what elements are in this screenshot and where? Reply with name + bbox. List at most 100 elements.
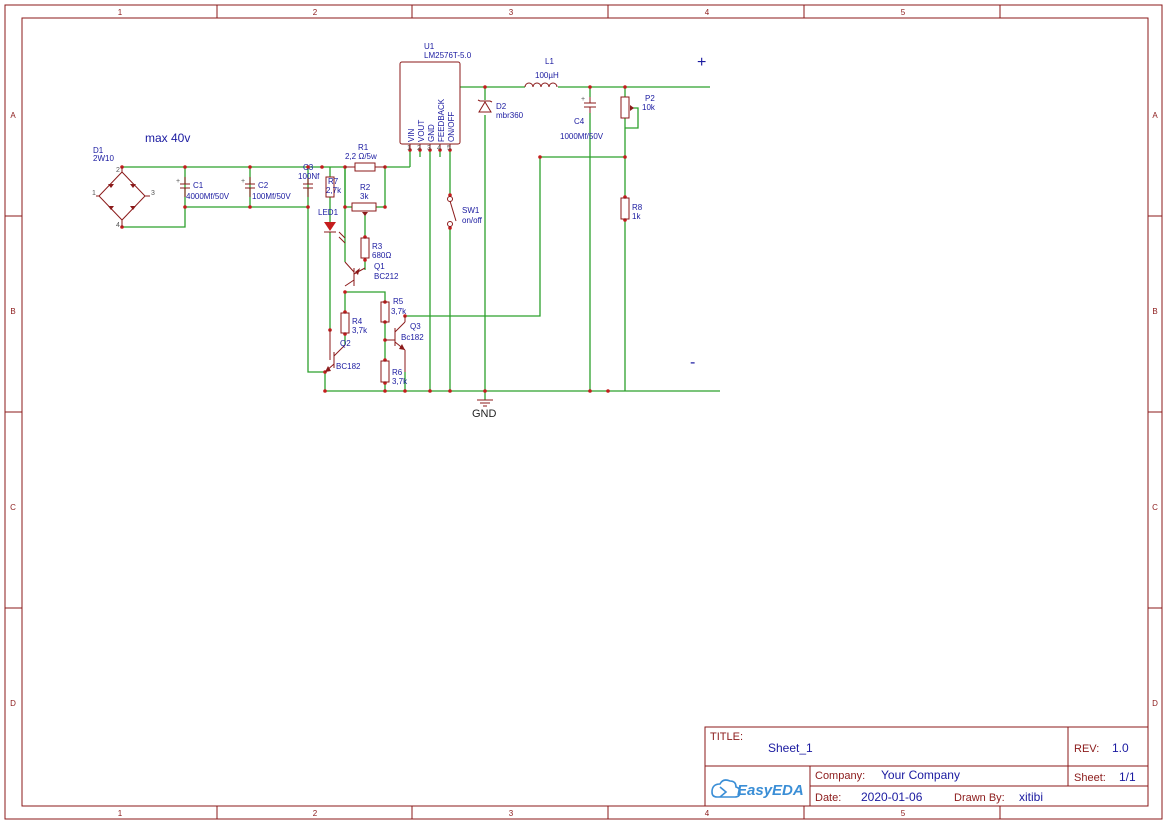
sw1-value: on/off [462,216,483,225]
r1-value: 2,2 Ω/5w [345,152,377,161]
schematic-sheet: 1 2 3 4 5 1 2 3 4 5 A B C D A B C D max … [4,4,1163,820]
grid-col-top-3: 3 [509,8,514,17]
grid-col-top-5: 5 [901,8,906,17]
bridge-rectifier-d1[interactable]: D1 2W10 1 2 3 4 [92,146,155,229]
inductor-l1[interactable]: L1 100µH [524,57,559,88]
potentiometer-r2[interactable]: R2 3k [351,183,377,216]
resistor-r1[interactable]: R1 2,2 Ω/5w [345,143,385,172]
title-value: Sheet_1 [768,741,813,755]
grid-row-left-c: C [10,503,16,512]
p2-ref: P2 [645,94,655,103]
capacitor-c1[interactable]: + C1 4000Mf/50V [176,177,230,201]
r7-value: 2,7k [326,186,342,195]
grid-row-right-b: B [1152,307,1157,316]
transistor-q3[interactable]: Q3 Bc182 [385,316,424,372]
grid-row-right-d: D [1152,699,1158,708]
date-value: 2020-01-06 [861,790,923,804]
gnd-label: GND [472,408,497,420]
grid-row-left-a: A [10,111,16,120]
u1-pin5-num: 5 [447,145,451,152]
switch-sw1[interactable]: SW1 on/off [447,196,483,227]
capacitor-c2[interactable]: + C2 100Mf/50V [241,177,291,201]
c3-ref: C3 [303,163,314,172]
regulator-u1[interactable]: U1 LM2576T-5.0 VIN VOUT GND FEEDBACK ON/… [399,42,472,152]
r5-value: 3,7k [391,307,407,316]
output-minus-label: - [690,354,695,371]
resistor-r7[interactable]: R7 2,7k [325,176,342,198]
date-label: Date: [815,792,841,804]
grid-col-bottom-5: 5 [901,809,906,818]
q3-ref: Q3 [410,322,421,331]
company-value: Your Company [881,768,960,782]
r4-ref: R4 [352,317,363,326]
r3-ref: R3 [372,242,383,251]
transistor-q1[interactable]: Q1 BC212 [344,261,399,287]
grid-row-left-d: D [10,699,16,708]
drawn-by-value: xitibi [1019,790,1043,804]
led1-ref: LED1 [318,208,339,217]
rev-value: 1.0 [1112,741,1129,755]
u1-value: LM2576T-5.0 [424,51,472,60]
u1-pin3-num: 3 [427,145,431,152]
q3-value: Bc182 [401,333,424,342]
u1-pin-onoff: ON/OFF [447,112,456,142]
svg-text:+: + [176,178,180,185]
ground-symbol: GND [472,399,497,420]
q1-value: BC212 [374,272,399,281]
rev-label: REV: [1074,743,1099,755]
resistor-r6[interactable]: R6 3,7k [380,360,408,386]
c2-value: 100Mf/50V [252,192,291,201]
output-plus-label: + [697,54,706,71]
r3-value: 680Ω [372,251,391,260]
u1-pin-vin: VIN [407,128,416,142]
resistor-r4[interactable]: R4 3,7k [340,312,368,335]
led-led1[interactable]: LED1 [318,208,346,244]
sheet-label: Sheet: [1074,772,1106,784]
c4-ref: C4 [574,117,585,126]
r6-value: 3,7k [392,377,408,386]
q1-ref: Q1 [374,262,385,271]
u1-pin-feedback: FEEDBACK [437,98,446,142]
r5-ref: R5 [393,297,404,306]
grid-col-bottom-2: 2 [313,809,318,818]
easyeda-logo-text: EasyEDA [737,782,804,799]
grid-col-top-2: 2 [313,8,318,17]
sheet-value: 1/1 [1119,770,1136,784]
grid-col-top-4: 4 [705,8,710,17]
d1-pin4: 4 [116,222,120,229]
resistor-r8[interactable]: R8 1k [620,197,643,221]
c2-ref: C2 [258,181,269,190]
r1-ref: R1 [358,143,369,152]
transistor-q2[interactable]: Q2 BC182 [324,330,361,373]
c4-value: 1000Mf/50V [560,132,604,141]
grid-row-right-a: A [1152,111,1158,120]
sw1-ref: SW1 [462,206,480,215]
grid-col-bottom-1: 1 [118,809,123,818]
junctions [120,85,627,393]
svg-text:+: + [241,178,245,185]
d1-pin2: 2 [116,167,120,174]
p2-value: 10k [642,103,656,112]
capacitor-c4[interactable]: + C4 1000Mf/50V [560,96,604,141]
q2-value: BC182 [336,362,361,371]
title-block: TITLE: Sheet_1 REV: 1.0 Company: Your Co… [704,726,1149,807]
l1-ref: L1 [545,57,554,66]
d2-value: mbr360 [496,111,524,120]
u1-pin-gnd: GND [427,124,436,142]
resistor-r3[interactable]: R3 680Ω [360,237,391,260]
u1-pin1-num: 1 [407,145,411,152]
r2-value: 3k [360,192,369,201]
d2-ref: D2 [496,102,507,111]
r7-ref: R7 [328,177,339,186]
q2-ref: Q2 [340,339,351,348]
r8-ref: R8 [632,203,643,212]
capacitor-c3[interactable]: C3 100Nf [298,163,320,197]
r8-value: 1k [632,212,641,221]
company-label: Company: [815,770,865,782]
u1-pin-vout: VOUT [417,120,426,142]
title-label: TITLE: [710,731,743,743]
r4-value: 3,7k [352,326,368,335]
d1-pin3: 3 [151,190,155,197]
c1-value: 4000Mf/50V [186,192,230,201]
u1-pin4-num: 4 [437,145,441,152]
